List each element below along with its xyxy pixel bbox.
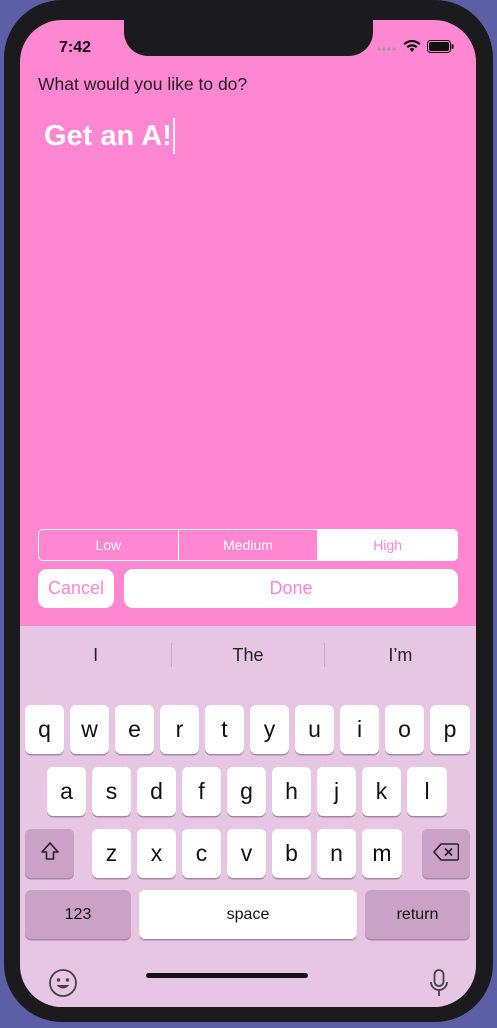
key-b[interactable]: b — [272, 829, 311, 878]
battery-icon — [427, 40, 454, 58]
key-e[interactable]: e — [115, 705, 154, 754]
key-k[interactable]: k — [362, 767, 401, 816]
space-key[interactable]: space — [139, 890, 357, 939]
key-r[interactable]: r — [160, 705, 199, 754]
key-n[interactable]: n — [317, 829, 356, 878]
key-l[interactable]: l — [407, 767, 447, 816]
priority-segmented-control: Low Medium High — [38, 529, 458, 561]
todo-text-field[interactable]: Get an A! — [44, 116, 454, 156]
key-p[interactable]: p — [430, 705, 470, 754]
phone-frame: 7:42 What would you like to do? Get an A… — [0, 0, 497, 1028]
text-caret — [172, 118, 175, 154]
priority-medium[interactable]: Medium — [179, 530, 319, 560]
key-a[interactable]: a — [47, 767, 86, 816]
key-z[interactable]: z — [92, 829, 131, 878]
prompt-label: What would you like to do? — [38, 74, 248, 94]
key-y[interactable]: y — [250, 705, 289, 754]
suggestion-1[interactable]: I — [20, 645, 171, 666]
key-q[interactable]: q — [25, 705, 64, 754]
priority-low[interactable]: Low — [39, 530, 179, 560]
key-v[interactable]: v — [227, 829, 266, 878]
key-s[interactable]: s — [92, 767, 131, 816]
delete-key[interactable] — [422, 829, 470, 878]
key-i[interactable]: i — [340, 705, 379, 754]
key-j[interactable]: j — [317, 767, 356, 816]
key-u[interactable]: u — [295, 705, 334, 754]
done-button[interactable]: Done — [124, 569, 458, 608]
key-w[interactable]: w — [70, 705, 109, 754]
suggestion-3[interactable]: I’m — [325, 645, 476, 666]
key-m[interactable]: m — [362, 829, 402, 878]
key-d[interactable]: d — [137, 767, 176, 816]
keyboard: I The I’m q w e r t y u i o p a s d f g … — [20, 626, 476, 1007]
screen: 7:42 What would you like to do? Get an A… — [20, 20, 476, 1007]
home-indicator — [146, 973, 308, 978]
key-t[interactable]: t — [205, 705, 244, 754]
todo-text: Get an A! — [44, 119, 172, 152]
suggestion-2[interactable]: The — [172, 645, 323, 666]
return-key[interactable]: return — [365, 890, 470, 939]
backspace-icon — [433, 840, 460, 867]
key-o[interactable]: o — [385, 705, 424, 754]
status-time: 7:42 — [59, 39, 92, 56]
key-x[interactable]: x — [137, 829, 176, 878]
status-icons — [377, 39, 454, 58]
cancel-button[interactable]: Cancel — [38, 569, 114, 608]
key-c[interactable]: c — [182, 829, 221, 878]
microphone-icon[interactable] — [424, 967, 454, 999]
priority-high[interactable]: High — [318, 530, 457, 560]
emoji-icon[interactable] — [47, 967, 79, 999]
key-f[interactable]: f — [182, 767, 221, 816]
numbers-key[interactable]: 123 — [25, 890, 131, 939]
key-g[interactable]: g — [227, 767, 266, 816]
suggestion-bar: I The I’m — [20, 626, 476, 684]
shift-key[interactable] — [25, 829, 74, 878]
key-h[interactable]: h — [272, 767, 311, 816]
shift-icon — [40, 840, 60, 867]
signal-icon — [377, 40, 397, 58]
notch — [124, 20, 373, 56]
wifi-icon — [403, 39, 421, 58]
